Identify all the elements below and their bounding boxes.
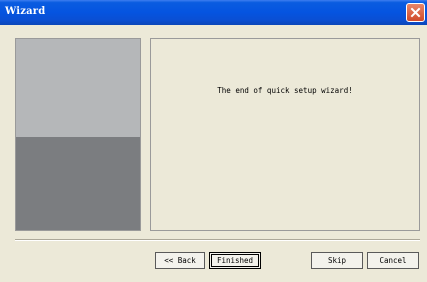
skip-button[interactable]: Skip bbox=[311, 252, 363, 269]
title-bar[interactable]: Wizard bbox=[0, 0, 427, 25]
separator bbox=[15, 239, 420, 241]
back-button[interactable]: << Back bbox=[155, 252, 205, 269]
window-title: Wizard bbox=[5, 6, 46, 17]
wizard-window: Wizard The end of quick setup wizard! <<… bbox=[0, 0, 427, 282]
close-button[interactable] bbox=[406, 3, 425, 22]
close-icon bbox=[410, 7, 421, 18]
side-image-top bbox=[16, 39, 140, 137]
wizard-content-panel: The end of quick setup wizard! bbox=[150, 38, 420, 231]
finished-button[interactable]: Finished bbox=[209, 252, 261, 269]
wizard-message: The end of quick setup wizard! bbox=[217, 86, 353, 95]
cancel-button[interactable]: Cancel bbox=[367, 252, 419, 269]
side-image-bottom bbox=[16, 137, 140, 230]
wizard-side-image bbox=[15, 38, 141, 231]
